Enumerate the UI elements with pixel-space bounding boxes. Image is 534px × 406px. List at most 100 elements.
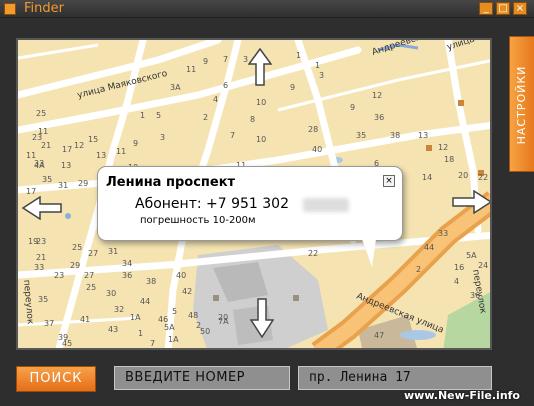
house-number: 22 <box>308 249 318 258</box>
house-number: 1А <box>168 335 179 344</box>
maximize-button[interactable]: □ <box>496 2 510 15</box>
house-number: 7 <box>223 55 228 64</box>
house-number: 42 <box>182 287 192 296</box>
house-number: 5А <box>164 323 175 332</box>
house-number: 24 <box>478 261 488 270</box>
house-number: 12 <box>372 91 382 100</box>
house-number: 12 <box>74 141 84 150</box>
house-number: 3А <box>170 83 181 92</box>
house-number: 21 <box>41 141 51 150</box>
house-number: 4А <box>34 161 45 170</box>
house-number: 5 <box>156 111 161 120</box>
address-field: пр. Ленина 17 <box>298 366 492 390</box>
house-number: 23 <box>36 237 46 246</box>
house-number: 20 <box>458 171 468 180</box>
house-number: 13 <box>61 161 71 170</box>
house-number: 50 <box>200 327 210 336</box>
house-number: 33 <box>438 229 448 238</box>
house-number: 12 <box>438 143 448 152</box>
house-number: 37 <box>44 319 54 328</box>
house-number: 25 <box>36 109 46 118</box>
phone-number-input[interactable]: ВВЕДИТЕ НОМЕР <box>114 366 290 390</box>
pan-up-arrow-icon[interactable] <box>248 48 272 86</box>
house-number: 9 <box>350 103 355 112</box>
house-number: 3 <box>319 71 324 80</box>
popup-pointer <box>362 239 376 267</box>
house-number: 18 <box>444 155 454 164</box>
house-number: 40 <box>312 145 322 154</box>
title-bar: Finder _ □ × <box>0 0 534 18</box>
settings-tab[interactable]: НАСТРОЙКИ <box>509 36 534 172</box>
house-number: 11 <box>38 127 48 136</box>
house-number: 1 <box>296 51 301 60</box>
house-number: 36 <box>374 113 384 122</box>
house-number: 27 <box>88 249 98 258</box>
house-number: 13 <box>96 151 106 160</box>
house-number: 25 <box>72 243 82 252</box>
house-number: 3 <box>160 133 165 142</box>
window-title: Finder <box>24 1 64 16</box>
house-number: 1 <box>138 329 143 338</box>
house-number: 11 <box>116 147 126 156</box>
house-number: 27 <box>84 271 94 280</box>
house-number: 38 <box>146 277 156 286</box>
pan-right-arrow-icon[interactable] <box>452 190 492 214</box>
house-number: 17 <box>62 145 72 154</box>
house-number: 10 <box>256 135 266 144</box>
house-number: 41 <box>80 315 90 324</box>
house-number: 2 <box>203 113 208 122</box>
popup-title: Ленина проспект <box>106 175 236 190</box>
house-number: 17 <box>26 187 36 196</box>
location-popup: Ленина проспект × Абонент: +7 951 302 по… <box>97 166 403 267</box>
house-number: 1 <box>140 111 145 120</box>
pan-left-arrow-icon[interactable] <box>22 196 62 220</box>
house-number: 35 <box>356 131 366 140</box>
house-number: 11 <box>26 151 36 160</box>
house-number: 4 <box>213 95 218 104</box>
subscriber-number: Абонент: +7 951 302 <box>135 196 289 212</box>
house-number: 23 <box>54 271 64 280</box>
house-number: 6 <box>223 81 228 90</box>
house-number: 36 <box>122 271 132 280</box>
house-number: 20 <box>218 313 228 322</box>
house-number: 35 <box>42 175 52 184</box>
house-number: 40 <box>176 271 186 280</box>
house-number: 9 <box>203 57 208 66</box>
house-number: 32 <box>114 305 124 314</box>
house-number: 29 <box>78 179 88 188</box>
house-number: 38 <box>390 131 400 140</box>
house-number: 8 <box>250 115 255 124</box>
popup-close-icon[interactable]: × <box>383 175 395 187</box>
house-number: 45 <box>62 339 72 348</box>
house-number: 10 <box>256 98 266 107</box>
house-number: 21 <box>36 253 46 262</box>
house-number: 7 <box>230 131 235 140</box>
house-number: 11 <box>186 65 196 74</box>
house-number: 34 <box>122 259 132 268</box>
redacted-digits <box>303 198 349 212</box>
house-number: 15 <box>88 135 98 144</box>
house-number: 48 <box>188 311 198 320</box>
pan-down-arrow-icon[interactable] <box>250 298 274 338</box>
house-number: 31 <box>108 247 118 256</box>
house-number: 25 <box>86 283 96 292</box>
close-button[interactable]: × <box>513 2 527 15</box>
house-number: 7 <box>150 339 155 348</box>
house-number: 13 <box>418 131 428 140</box>
house-number: 33 <box>34 263 44 272</box>
house-number: 14 <box>422 173 432 182</box>
minimize-button[interactable]: _ <box>479 2 493 15</box>
house-number: 36 <box>470 291 480 300</box>
house-number: 30 <box>106 289 116 298</box>
house-number: 9 <box>133 139 138 148</box>
house-number: 9 <box>290 83 295 92</box>
house-number: 44 <box>424 243 434 252</box>
app-icon <box>4 3 16 15</box>
accuracy-text: погрешность 10-200м <box>140 215 256 226</box>
house-number: 28 <box>308 125 318 134</box>
house-number: 5 <box>172 307 177 316</box>
house-number: 22 <box>478 173 488 182</box>
search-button[interactable]: ПОИСК <box>16 366 96 392</box>
watermark: www.New-File.info <box>404 389 520 402</box>
house-number: 1 <box>315 61 320 70</box>
